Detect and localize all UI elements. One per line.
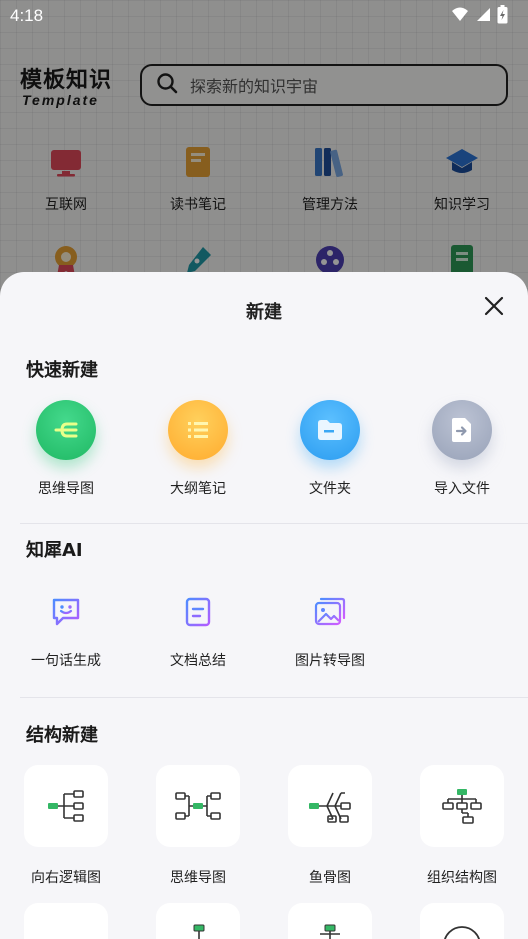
structure-item[interactable] [264,903,396,939]
structure-icon [24,903,108,939]
ai-label: 一句话生成 [31,653,101,669]
right-logic-icon [24,765,108,847]
quick-new-mindmap[interactable]: 思维导图 [0,400,132,498]
close-button[interactable] [482,296,506,320]
structure-label: 鱼骨图 [309,870,351,886]
structure-item[interactable] [396,903,528,939]
ai-image-to-mindmap[interactable]: 图片转导图 [264,594,396,670]
ai-doc-summary[interactable]: 文档总结 [132,594,264,670]
tree-icon [288,903,372,939]
org-chart-icon [420,765,504,847]
sheet-title: 新建 [246,302,282,323]
mindmap-structure-icon [156,765,240,847]
ai-label: 文档总结 [170,653,226,669]
status-time: 4:18 [10,6,44,25]
structure-label: 向右逻辑图 [31,870,101,886]
structure-item[interactable] [132,903,264,939]
quick-new-outline[interactable]: 大纲笔记 [132,400,264,498]
structure-label: 组织结构图 [427,870,497,886]
signal-icon [475,6,491,26]
ai-section-title: 知犀AI [26,540,83,561]
structure-right-logic[interactable]: 向右逻辑图 [0,765,132,887]
list-icon [168,400,228,460]
divider [20,697,528,698]
quick-new-folder[interactable]: 文件夹 [264,400,396,498]
close-icon [484,296,504,320]
structure-section-title: 结构新建 [26,725,98,746]
ai-row: 一句话生成 文档总结 图片转导图 [0,594,528,670]
structure-item[interactable] [0,903,132,939]
structure-mindmap[interactable]: 思维导图 [132,765,264,887]
import-file-icon [432,400,492,460]
mindmap-icon [36,400,96,460]
divider [20,523,528,524]
image-convert-icon [312,594,348,630]
quick-new-import[interactable]: 导入文件 [396,400,528,498]
ai-one-sentence[interactable]: 一句话生成 [0,594,132,670]
quick-new-label: 文件夹 [309,481,351,497]
circle-icon [420,903,504,939]
structure-row [0,903,528,939]
wifi-icon [451,6,469,26]
new-item-sheet: 新建 快速新建 思维导图 大纲笔记 文件夹 导入文件 知犀AI 一句话生成 文档… [0,272,528,939]
quick-new-label: 大纲笔记 [170,481,226,497]
quick-new-row: 思维导图 大纲笔记 文件夹 导入文件 [0,400,528,498]
structure-row: 向右逻辑图 思维导图 鱼骨图 组织结构图 [0,765,528,887]
structure-org-chart[interactable]: 组织结构图 [396,765,528,887]
chat-smile-icon [48,594,84,630]
tree-down-icon [156,903,240,939]
battery-icon [497,4,508,28]
structure-fishbone[interactable]: 鱼骨图 [264,765,396,887]
quick-new-title: 快速新建 [26,360,98,381]
fishbone-icon [288,765,372,847]
quick-new-label: 导入文件 [434,481,490,497]
structure-label: 思维导图 [170,870,226,886]
quick-new-label: 思维导图 [38,481,94,497]
ai-label: 图片转导图 [295,653,365,669]
doc-summary-icon [180,594,216,630]
folder-icon [300,400,360,460]
status-bar: 4:18 [0,0,528,32]
